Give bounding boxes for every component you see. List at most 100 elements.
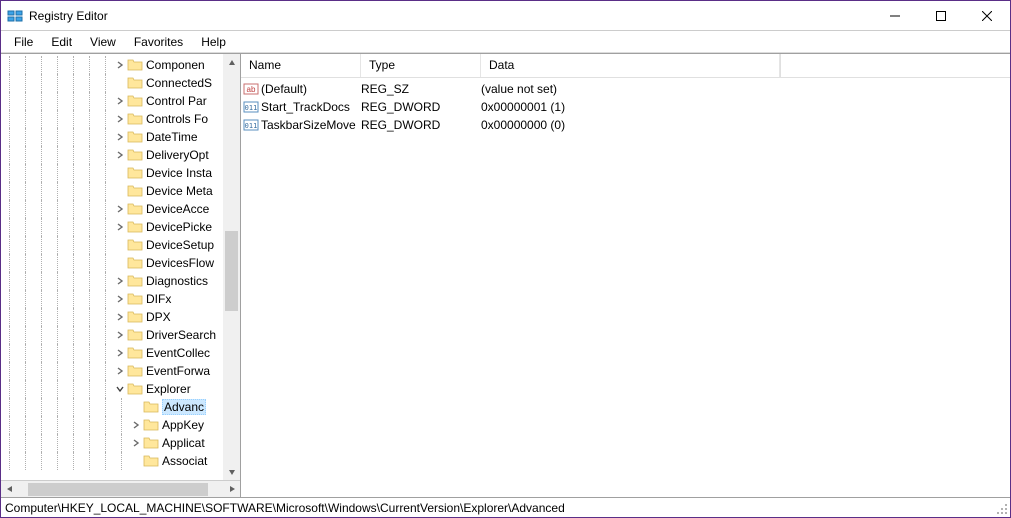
registry-editor-window: Registry Editor File Edit View Favorites… — [0, 0, 1011, 518]
tree-item[interactable]: Controls Fo — [1, 110, 240, 128]
registry-tree[interactable]: Componen ConnectedS Control Par Controls Fo… — [1, 54, 240, 470]
folder-icon — [127, 220, 143, 234]
chevron-right-icon[interactable] — [113, 292, 127, 306]
tree-item[interactable]: DeviceAcce — [1, 200, 240, 218]
folder-icon — [127, 148, 143, 162]
tree-item[interactable]: DIFx — [1, 290, 240, 308]
folder-icon — [127, 274, 143, 288]
value-row[interactable]: 011TaskbarSizeMoveREG_DWORD0x00000000 (0… — [241, 116, 1010, 134]
menu-help[interactable]: Help — [192, 33, 235, 51]
tree-item[interactable]: Applicat — [1, 434, 240, 452]
tree-item[interactable]: EventCollec — [1, 344, 240, 362]
tree-item-label: DevicePicke — [146, 220, 212, 234]
chevron-down-icon[interactable] — [113, 382, 127, 396]
scroll-track[interactable] — [18, 481, 223, 498]
svg-text:ab: ab — [247, 85, 256, 94]
resize-grip-icon[interactable] — [996, 503, 1008, 515]
tree-item[interactable]: ConnectedS — [1, 74, 240, 92]
chevron-right-icon[interactable] — [113, 112, 127, 126]
tree-item-label: DateTime — [146, 130, 198, 144]
maximize-button[interactable] — [918, 1, 964, 31]
column-header-data[interactable]: Data — [481, 54, 780, 77]
value-data: (value not set) — [481, 82, 1010, 96]
binary-value-icon: 011 — [241, 117, 261, 133]
tree-item-label: EventCollec — [146, 346, 210, 360]
folder-icon — [127, 76, 143, 90]
chevron-right-icon[interactable] — [113, 274, 127, 288]
svg-text:011: 011 — [245, 104, 258, 112]
chevron-right-icon[interactable] — [129, 436, 143, 450]
folder-icon — [127, 166, 143, 180]
chevron-right-icon[interactable] — [113, 58, 127, 72]
menu-file[interactable]: File — [5, 33, 42, 51]
chevron-right-icon[interactable] — [113, 328, 127, 342]
tree-item-label: Componen — [146, 58, 205, 72]
column-header-type[interactable]: Type — [361, 54, 481, 77]
tree-vertical-scrollbar[interactable] — [223, 54, 240, 480]
menu-view[interactable]: View — [81, 33, 125, 51]
values-list[interactable]: ab(Default)REG_SZ(value not set)011Start… — [241, 78, 1010, 497]
tree-item[interactable]: DevicesFlow — [1, 254, 240, 272]
window-title: Registry Editor — [29, 9, 872, 23]
scroll-thumb[interactable] — [225, 231, 238, 311]
values-panel: Name Type Data ab(Default)REG_SZ(value n… — [241, 54, 1010, 497]
chevron-right-icon[interactable] — [129, 418, 143, 432]
folder-icon — [127, 310, 143, 324]
scroll-up-arrow-icon[interactable] — [223, 54, 240, 71]
chevron-right-icon — [113, 76, 127, 90]
tree-item-label: Device Meta — [146, 184, 213, 198]
tree-item[interactable]: Device Meta — [1, 182, 240, 200]
tree-item[interactable]: Explorer — [1, 380, 240, 398]
tree-item[interactable]: Advanc — [1, 398, 240, 416]
chevron-right-icon[interactable] — [113, 364, 127, 378]
tree-item[interactable]: DeviceSetup — [1, 236, 240, 254]
folder-icon — [127, 202, 143, 216]
scroll-left-arrow-icon[interactable] — [1, 481, 18, 498]
tree-item[interactable]: DriverSearch — [1, 326, 240, 344]
folder-icon — [127, 346, 143, 360]
chevron-right-icon[interactable] — [113, 130, 127, 144]
tree-item[interactable]: DevicePicke — [1, 218, 240, 236]
chevron-right-icon[interactable] — [113, 346, 127, 360]
empty-column-area — [780, 54, 1010, 77]
chevron-right-icon[interactable] — [113, 94, 127, 108]
value-type: REG_SZ — [361, 82, 481, 96]
tree-item[interactable]: Componen — [1, 56, 240, 74]
tree-item-label: Associat — [162, 454, 207, 468]
menu-edit[interactable]: Edit — [42, 33, 81, 51]
menu-favorites[interactable]: Favorites — [125, 33, 192, 51]
tree-item[interactable]: EventForwa — [1, 362, 240, 380]
tree-item[interactable]: Associat — [1, 452, 240, 470]
folder-icon — [143, 454, 159, 468]
column-header-name[interactable]: Name — [241, 54, 361, 77]
chevron-right-icon — [129, 454, 143, 468]
value-row[interactable]: ab(Default)REG_SZ(value not set) — [241, 80, 1010, 98]
tree-item-label: Applicat — [162, 436, 205, 450]
tree-item[interactable]: DeliveryOpt — [1, 146, 240, 164]
string-value-icon: ab — [241, 81, 261, 97]
value-data: 0x00000001 (1) — [481, 100, 1010, 114]
tree-item-label: Control Par — [146, 94, 207, 108]
scroll-right-arrow-icon[interactable] — [223, 481, 240, 498]
tree-item-label: ConnectedS — [146, 76, 212, 90]
scroll-down-arrow-icon[interactable] — [223, 463, 240, 480]
tree-item[interactable]: Device Insta — [1, 164, 240, 182]
minimize-button[interactable] — [872, 1, 918, 31]
tree-item[interactable]: AppKey — [1, 416, 240, 434]
chevron-right-icon[interactable] — [113, 148, 127, 162]
tree-item[interactable]: Control Par — [1, 92, 240, 110]
tree-item-label: Device Insta — [146, 166, 212, 180]
tree-item[interactable]: Diagnostics — [1, 272, 240, 290]
scroll-thumb[interactable] — [28, 483, 208, 496]
value-row[interactable]: 011Start_TrackDocsREG_DWORD0x00000001 (1… — [241, 98, 1010, 116]
close-button[interactable] — [964, 1, 1010, 31]
scroll-track[interactable] — [223, 71, 240, 463]
chevron-right-icon[interactable] — [113, 310, 127, 324]
tree-item[interactable]: DateTime — [1, 128, 240, 146]
chevron-right-icon[interactable] — [113, 202, 127, 216]
content-area: Componen ConnectedS Control Par Controls Fo… — [1, 53, 1010, 497]
chevron-right-icon[interactable] — [113, 220, 127, 234]
titlebar: Registry Editor — [1, 1, 1010, 31]
tree-item[interactable]: DPX — [1, 308, 240, 326]
tree-horizontal-scrollbar[interactable] — [1, 480, 240, 497]
